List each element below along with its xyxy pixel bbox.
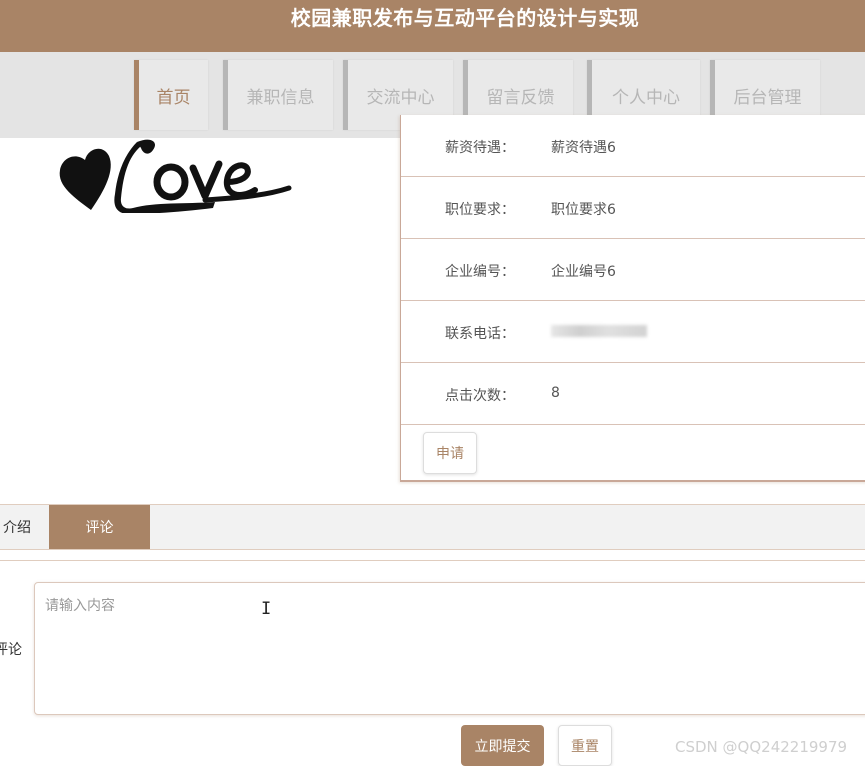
detail-value: 企业编号6 — [551, 264, 616, 280]
comment-form: 评论 I 立即提交 重置 — [0, 560, 865, 766]
detail-value: 8 — [551, 385, 560, 401]
detail-label: 点击次数： — [445, 388, 515, 404]
detail-tabs: 介绍 评论 — [0, 504, 865, 550]
detail-label: 企业编号： — [445, 264, 515, 280]
comment-label: 评论 — [0, 642, 22, 658]
detail-label: 薪资待遇： — [445, 140, 515, 156]
text-cursor-icon: I — [261, 599, 272, 619]
comment-input[interactable] — [34, 582, 865, 715]
watermark: CSDN @QQ242219979 — [675, 738, 848, 756]
tab-comments[interactable]: 评论 — [49, 505, 150, 549]
detail-row-company-id: 企业编号： 企业编号6 — [401, 239, 865, 301]
job-detail-panel: 薪资待遇： 薪资待遇6 职位要求： 职位要求6 企业编号： 企业编号6 联系电话… — [400, 115, 865, 482]
love-logo-image — [59, 139, 292, 213]
detail-value: 薪资待遇6 — [551, 140, 616, 156]
apply-button[interactable]: 申请 — [423, 432, 477, 474]
site-title: 校园兼职发布与互动平台的设计与实现 — [290, 6, 640, 30]
detail-row-phone: 联系电话： — [401, 301, 865, 363]
reset-button[interactable]: 重置 — [558, 725, 612, 766]
nav-item-home[interactable]: 首页 — [134, 60, 208, 130]
submit-button[interactable]: 立即提交 — [461, 725, 544, 766]
detail-label: 联系电话： — [445, 326, 515, 342]
nav-item-jobs[interactable]: 兼职信息 — [223, 60, 333, 130]
site-header: 校园兼职发布与互动平台的设计与实现 — [0, 0, 865, 52]
detail-row-clicks: 点击次数： 8 — [401, 363, 865, 425]
detail-row-requirements: 职位要求： 职位要求6 — [401, 177, 865, 239]
detail-label: 职位要求： — [445, 202, 515, 218]
detail-value: 职位要求6 — [551, 202, 616, 218]
detail-row-salary: 薪资待遇： 薪资待遇6 — [401, 115, 865, 177]
phone-value-redacted — [551, 323, 647, 339]
tab-introduction[interactable]: 介绍 — [0, 505, 48, 549]
